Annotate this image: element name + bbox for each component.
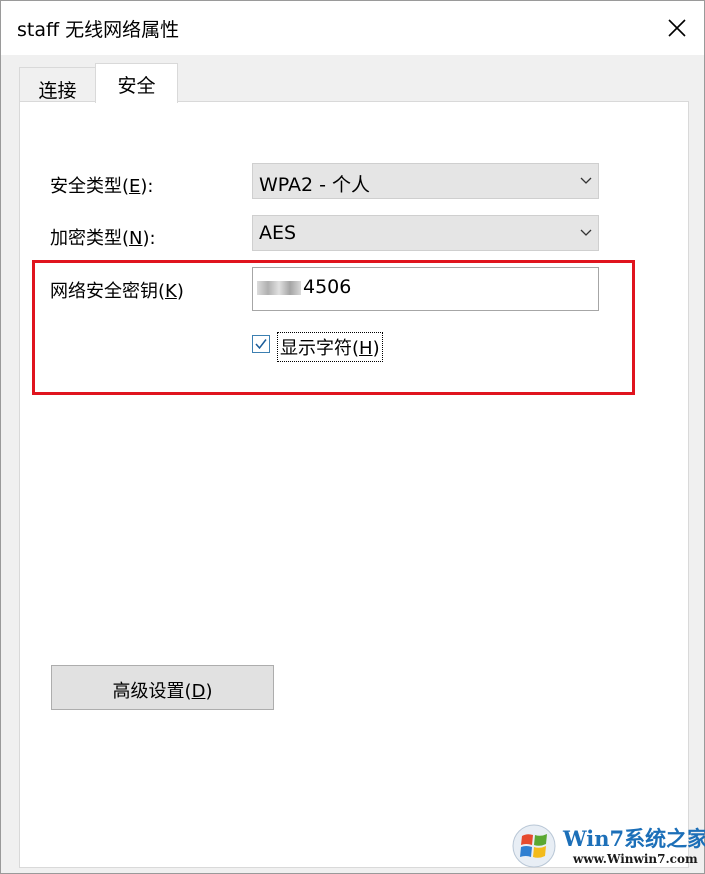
security-type-select[interactable]: WPA2 - 个人 [252, 163, 599, 199]
security-type-label: 安全类型(E): [50, 176, 154, 197]
watermark-title: Win7系统之家 [563, 826, 705, 851]
window-title: staff 无线网络属性 [17, 19, 180, 41]
security-type-value: WPA2 - 个人 [259, 174, 371, 196]
tab-security[interactable]: 安全 [95, 63, 178, 103]
highlight-annotation-box [32, 260, 635, 395]
title-bar: staff 无线网络属性 [1, 1, 704, 55]
windows-logo-icon [512, 824, 556, 868]
encryption-type-value: AES [259, 222, 297, 244]
chevron-down-icon [580, 229, 592, 236]
advanced-settings-button[interactable]: 高级设置(D) [51, 665, 274, 710]
encryption-type-label: 加密类型(N): [50, 228, 156, 249]
close-icon [668, 19, 686, 37]
dialog-window: staff 无线网络属性 连接 安全 安全类型(E): WPA2 - 个人 加密… [0, 0, 705, 874]
tab-connection[interactable]: 连接 [19, 67, 96, 103]
watermark: Win7系统之家 www.Winwin7.com [507, 819, 705, 871]
chevron-down-icon [580, 177, 592, 184]
close-button[interactable] [657, 8, 697, 48]
watermark-url: www.Winwin7.com [573, 852, 698, 866]
encryption-type-select[interactable]: AES [252, 215, 599, 251]
